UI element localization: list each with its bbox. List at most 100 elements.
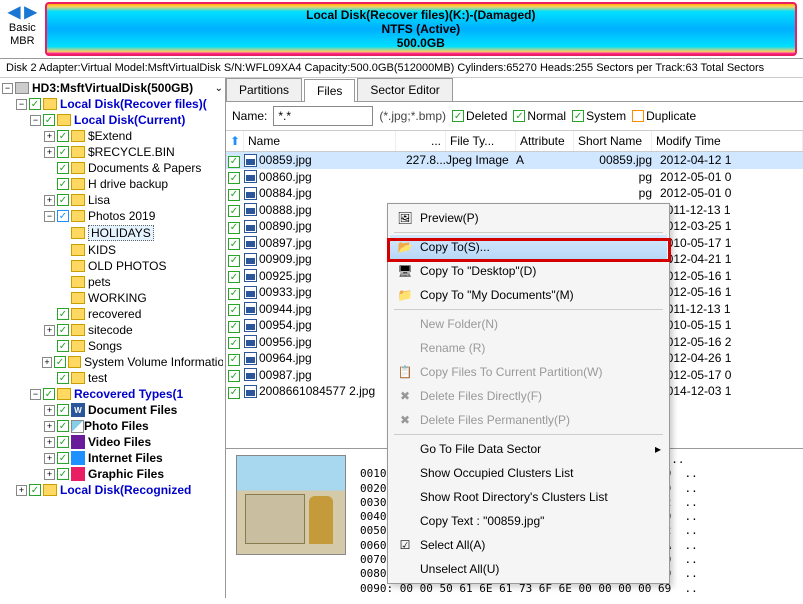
file-checkbox[interactable]: ✓	[228, 387, 240, 399]
checkbox[interactable]: ✓	[54, 356, 65, 368]
tree-item[interactable]: WORKING	[88, 291, 147, 305]
file-row[interactable]: ✓ 00859.jpg 227.8... Jpeg Image A 00859.…	[226, 152, 803, 169]
expander[interactable]: +	[44, 325, 55, 336]
checkbox[interactable]: ✓	[57, 452, 69, 464]
ctx-root-clusters[interactable]: Show Root Directory's Clusters List	[390, 485, 667, 509]
ctx-copy-docs[interactable]: 📁Copy To "My Documents"(M)	[390, 283, 667, 307]
file-checkbox[interactable]: ✓	[228, 189, 240, 201]
file-checkbox[interactable]: ✓	[228, 337, 240, 349]
tree-item[interactable]: Internet Files	[88, 451, 163, 465]
file-checkbox[interactable]: ✓	[228, 222, 240, 234]
tree-root[interactable]: HD3:MsftVirtualDisk(500GB)	[32, 81, 193, 95]
checkbox[interactable]: ✓	[57, 372, 69, 384]
tree-item[interactable]: Local Disk(Recover files)(	[60, 97, 207, 111]
tree-item[interactable]: Photo Files	[84, 419, 149, 433]
ctx-select-all[interactable]: ☑Select All(A)	[390, 533, 667, 557]
checkbox[interactable]: ✓	[57, 404, 69, 416]
file-checkbox[interactable]: ✓	[228, 205, 240, 217]
file-checkbox[interactable]: ✓	[228, 238, 240, 250]
file-row[interactable]: ✓ 00884.jpg pg 2012-05-01 0	[226, 185, 803, 202]
tree-item[interactable]: Photos 2019	[88, 209, 155, 223]
disk-banner[interactable]: Local Disk(Recover files)(K:)-(Damaged) …	[45, 2, 797, 56]
checkbox[interactable]: ✓	[57, 130, 69, 142]
file-checkbox[interactable]: ✓	[228, 321, 240, 333]
checkbox[interactable]: ✓	[57, 324, 69, 336]
tree-item[interactable]: Lisa	[88, 193, 110, 207]
file-checkbox[interactable]: ✓	[228, 288, 240, 300]
tree-item[interactable]: System Volume Information	[84, 355, 223, 369]
tree-item[interactable]: Video Files	[88, 435, 151, 449]
file-checkbox[interactable]: ✓	[228, 271, 240, 283]
checkbox[interactable]: ✓	[43, 114, 55, 126]
expander[interactable]: +	[44, 421, 55, 432]
tree-item[interactable]: recovered	[88, 307, 141, 321]
tree-item[interactable]: OLD PHOTOS	[88, 259, 166, 273]
expander[interactable]: +	[16, 485, 27, 496]
checkbox[interactable]: ✓	[57, 194, 69, 206]
tree-item[interactable]: Local Disk(Current)	[74, 113, 185, 127]
file-checkbox[interactable]: ✓	[228, 370, 240, 382]
tree-item[interactable]: Document Files	[88, 403, 177, 417]
ctx-goto-sector[interactable]: Go To File Data Sector▸	[390, 437, 667, 461]
tree-item[interactable]: Documents & Papers	[88, 161, 201, 175]
file-checkbox[interactable]: ✓	[228, 354, 240, 366]
ctx-preview[interactable]: 🖼Preview(P)	[390, 206, 667, 230]
checkbox[interactable]: ✓	[29, 98, 41, 110]
expander[interactable]: +	[42, 357, 53, 368]
checkbox[interactable]: ✓	[57, 340, 69, 352]
file-checkbox[interactable]: ✓	[228, 255, 240, 267]
expander[interactable]: −	[16, 99, 27, 110]
file-checkbox[interactable]: ✓	[228, 156, 240, 168]
tree-item[interactable]: H drive backup	[88, 177, 168, 191]
col-type[interactable]: File Ty...	[446, 131, 516, 151]
col-shortname[interactable]: Short Name	[574, 131, 652, 151]
nav-fwd[interactable]: ▶	[22, 2, 38, 22]
tree-item[interactable]: $RECYCLE.BIN	[88, 145, 175, 159]
duplicate-checkbox[interactable]	[632, 110, 644, 122]
tree-item[interactable]: Local Disk(Recognized	[60, 483, 191, 497]
expander[interactable]: −	[30, 115, 41, 126]
expander[interactable]: −	[44, 211, 55, 222]
expander[interactable]: −	[30, 389, 41, 400]
tree-item[interactable]: Recovered Types(1	[74, 387, 183, 401]
tab-sector-editor[interactable]: Sector Editor	[357, 78, 452, 101]
expander[interactable]: +	[44, 469, 55, 480]
tree-item-selected[interactable]: HOLIDAYS	[88, 225, 154, 241]
checkbox[interactable]: ✓	[57, 420, 69, 432]
filter-pattern-input[interactable]	[273, 106, 373, 126]
ctx-unselect-all[interactable]: Unselect All(U)	[390, 557, 667, 581]
tree-item[interactable]: Graphic Files	[88, 467, 164, 481]
col-attr[interactable]: Attribute	[516, 131, 574, 151]
checkbox[interactable]: ✓	[57, 468, 69, 480]
chevron-down-icon[interactable]: ⌄	[215, 83, 223, 94]
checkbox[interactable]: ✓	[43, 388, 55, 400]
col-modtime[interactable]: Modify Time	[652, 131, 803, 151]
deleted-checkbox[interactable]: ✓	[452, 110, 464, 122]
ctx-occupied-clusters[interactable]: Show Occupied Clusters List	[390, 461, 667, 485]
col-name[interactable]: Name	[244, 131, 396, 151]
file-checkbox[interactable]: ✓	[228, 172, 240, 184]
checkbox[interactable]: ✓	[57, 436, 69, 448]
tab-files[interactable]: Files	[304, 79, 355, 102]
file-row[interactable]: ✓ 00860.jpg pg 2012-05-01 0	[226, 169, 803, 186]
tree-item[interactable]: Songs	[88, 339, 122, 353]
tree-item[interactable]: sitecode	[88, 323, 133, 337]
expander[interactable]: +	[44, 405, 55, 416]
system-checkbox[interactable]: ✓	[572, 110, 584, 122]
tree-panel[interactable]: −HD3:MsftVirtualDisk(500GB)⌄ −✓Local Dis…	[0, 78, 226, 598]
checkbox[interactable]: ✓	[57, 210, 69, 222]
checkbox[interactable]: ✓	[29, 484, 41, 496]
normal-checkbox[interactable]: ✓	[513, 110, 525, 122]
checkbox[interactable]: ✓	[57, 178, 69, 190]
expander[interactable]: −	[2, 83, 13, 94]
checkbox[interactable]: ✓	[57, 308, 69, 320]
ctx-copy-desktop[interactable]: 🖥Copy To "Desktop"(D)	[390, 259, 667, 283]
checkbox[interactable]: ✓	[57, 162, 69, 174]
ctx-copy-text[interactable]: Copy Text : "00859.jpg"	[390, 509, 667, 533]
ctx-copy-to[interactable]: 📂Copy To(S)...	[390, 235, 667, 259]
tree-item[interactable]: test	[88, 371, 107, 385]
up-button[interactable]: ⬆	[226, 131, 244, 151]
tree-item[interactable]: pets	[88, 275, 111, 289]
nav-back[interactable]: ◀	[6, 2, 22, 22]
expander[interactable]: +	[44, 437, 55, 448]
